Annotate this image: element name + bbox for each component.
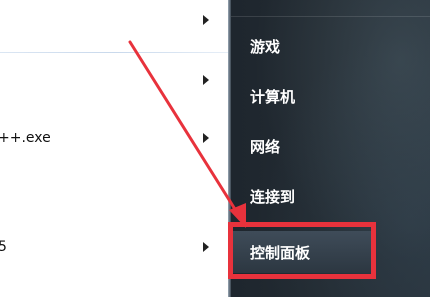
- annotation-arrow-icon: [128, 40, 246, 228]
